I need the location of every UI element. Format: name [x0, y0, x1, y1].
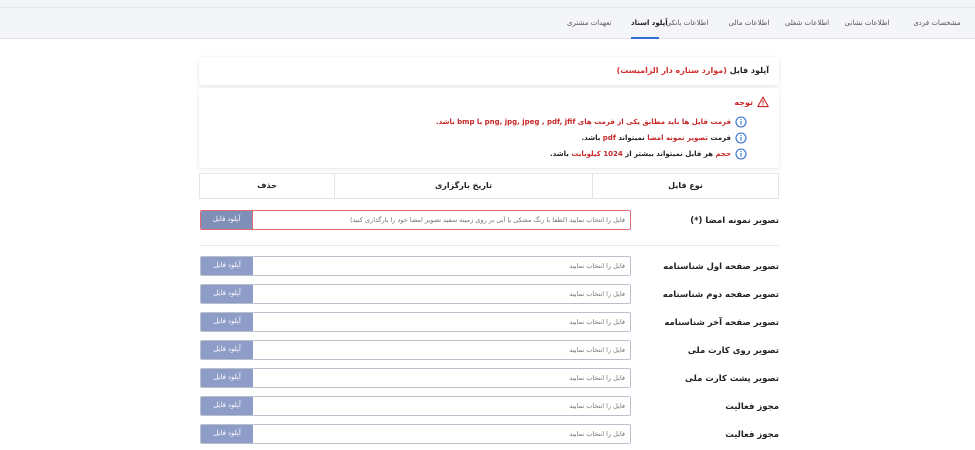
row-label: تصویر پشت کارت ملی — [685, 374, 779, 384]
upload-row-birth-cert-second: تصویر صفحه دوم شناسنامه آپلود فایل — [199, 284, 779, 306]
notice-line3-mid: هر فایل نمیتواند بیشتر از — [625, 150, 713, 158]
upload-file-button[interactable]: آپلود فایل — [201, 285, 253, 303]
upload-group: آپلود فایل — [200, 424, 631, 444]
upload-file-button[interactable]: آپلود فایل — [201, 257, 253, 275]
tab-address-info[interactable]: اطلاعات نشانی — [831, 8, 903, 39]
notice-line3-red2: 1024 کیلوبایت — [571, 150, 623, 158]
upload-title: آپلود فایل — [729, 66, 769, 75]
info-icon — [735, 148, 747, 160]
notice-line-signature: فرمت تصویر نمونه امضا نمیتواند pdf باشد. — [582, 132, 731, 144]
notice-line3-suffix: باشد. — [550, 150, 569, 158]
upload-file-button[interactable]: آپلود فایل — [201, 397, 253, 415]
row-label: تصویر صفحه آخر شناسنامه — [664, 318, 779, 328]
row-label: مجوز فعالیت — [725, 430, 779, 440]
notice-formats-text: فرمت فایل ها باید مطابق یکی از فرمت های … — [435, 118, 731, 126]
info-icon — [735, 116, 747, 128]
tab-upload-documents[interactable]: آپلود اسناد — [631, 8, 668, 39]
header-upload-date: تاریخ بارگزاری — [334, 174, 592, 198]
upload-file-button[interactable]: آپلود فایل — [201, 341, 253, 359]
upload-file-button[interactable]: آپلود فایل — [201, 369, 253, 387]
file-select-input[interactable] — [253, 369, 630, 387]
notice-line2-prefix: فرمت — [710, 134, 731, 142]
file-select-input[interactable] — [253, 257, 630, 275]
upload-card-header: آپلود فایل (موارد ستاره دار الزامیست) — [199, 57, 779, 85]
upload-group: آپلود فایل — [200, 210, 631, 230]
file-select-input[interactable] — [253, 397, 630, 415]
top-strip — [0, 0, 975, 8]
info-icon — [735, 132, 747, 144]
file-select-input[interactable] — [253, 211, 630, 229]
notice-line2-red: تصویر نمونه امضا — [647, 134, 708, 142]
warning-icon — [757, 96, 769, 108]
tab-customer-commitments[interactable]: تعهدات مشتری — [567, 8, 611, 39]
tab-personal-info[interactable]: مشخصات فردی — [903, 8, 971, 39]
upload-file-button[interactable]: آپلود فایل — [201, 211, 253, 229]
upload-card-title: آپلود فایل (موارد ستاره دار الزامیست) — [617, 57, 769, 85]
file-select-input[interactable] — [253, 285, 630, 303]
row-label: تصویر نمونه امضا (*) — [690, 216, 779, 226]
notice-line-size: حجم هر فایل نمیتواند بیشتر از 1024 کیلوب… — [550, 148, 731, 160]
header-delete: حذف — [257, 181, 277, 190]
upload-file-button[interactable]: آپلود فایل — [201, 313, 253, 331]
upload-row-activity-license-2: مجوز فعالیت آپلود فایل — [199, 424, 779, 446]
upload-group: آپلود فایل — [200, 340, 631, 360]
row-label: مجوز فعالیت — [725, 402, 779, 412]
upload-file-button[interactable]: آپلود فایل — [201, 425, 253, 443]
upload-row-activity-license-1: مجوز فعالیت آپلود فایل — [199, 396, 779, 418]
notice-box: توجه فرمت فایل ها باید مطابق یکی از فرمت… — [199, 88, 779, 168]
tab-job-info[interactable]: اطلاعات شغلی — [773, 8, 841, 39]
upload-row-national-card-back: تصویر پشت کارت ملی آپلود فایل — [199, 368, 779, 390]
row-label: تصویر صفحه دوم شناسنامه — [662, 290, 779, 300]
required-note: (موارد ستاره دار الزامیست) — [616, 66, 727, 75]
documents-table-header: نوع فایل تاریخ بارگزاری حذف — [199, 173, 779, 199]
row-divider — [199, 245, 779, 246]
upload-group: آپلود فایل — [200, 256, 631, 276]
notice-line2-suffix: باشد. — [581, 134, 601, 142]
notice-line-formats: فرمت فایل ها باید مطابق یکی از فرمت های … — [436, 116, 731, 128]
upload-row-signature: تصویر نمونه امضا (*) آپلود فایل — [199, 210, 779, 232]
row-label: تصویر روی کارت ملی — [687, 346, 779, 356]
upload-row-birth-cert-last: تصویر صفحه آخر شناسنامه آپلود فایل — [199, 312, 779, 334]
upload-group: آپلود فایل — [200, 368, 631, 388]
upload-group: آپلود فایل — [200, 284, 631, 304]
upload-row-birth-cert-first: تصویر صفحه اول شناسنامه آپلود فایل — [199, 256, 779, 278]
notice-header: توجه — [734, 96, 769, 108]
tab-bar: مشخصات فردی اطلاعات نشانی اطلاعات شغلی ا… — [0, 8, 975, 39]
file-select-input[interactable] — [253, 313, 630, 331]
file-select-input[interactable] — [253, 341, 630, 359]
upload-row-national-card-front: تصویر روی کارت ملی آپلود فایل — [199, 340, 779, 362]
notice-line2-red2: pdf — [602, 134, 616, 142]
tab-financial-info[interactable]: اطلاعات مالی — [717, 8, 781, 39]
file-select-input[interactable] — [253, 425, 630, 443]
upload-group: آپلود فایل — [200, 312, 631, 332]
upload-group: آپلود فایل — [200, 396, 631, 416]
notice-line3-red: حجم — [715, 150, 731, 158]
row-label: تصویر صفحه اول شناسنامه — [663, 262, 779, 272]
notice-heading: توجه — [734, 97, 753, 107]
notice-line2-mid: نمیتواند — [618, 134, 645, 142]
header-file-type: نوع فایل — [592, 174, 778, 198]
